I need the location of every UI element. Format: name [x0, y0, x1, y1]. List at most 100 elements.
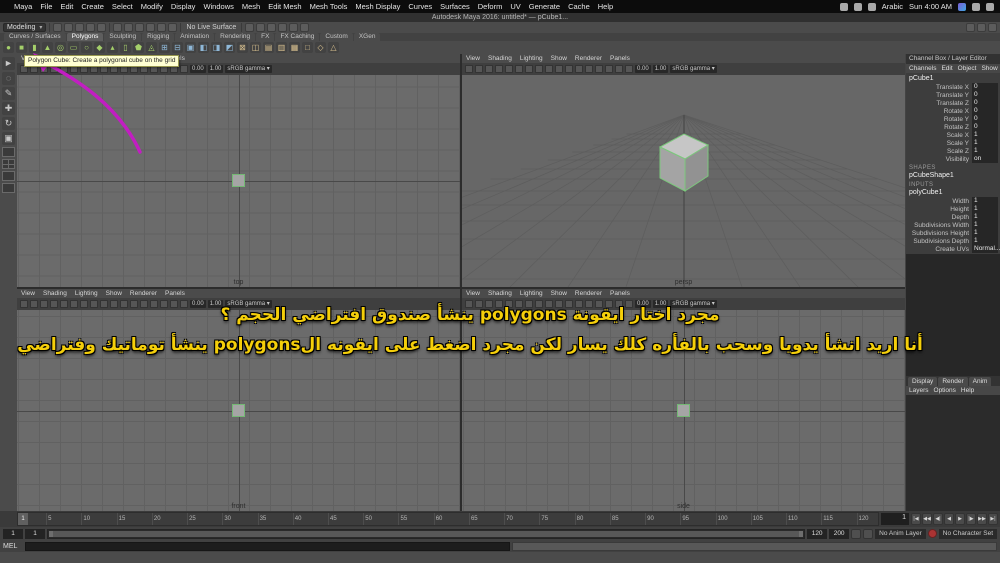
anim-layer-selector[interactable]: No Anim Layer — [875, 528, 926, 539]
channel-value-field[interactable]: 0 — [972, 123, 998, 131]
viewport-exposure-field[interactable]: 0.00 — [635, 65, 651, 73]
viewport-gamma-field[interactable]: 1.00 — [207, 300, 224, 308]
motion-blur-icon[interactable] — [160, 300, 168, 308]
viewport-menu-lighting[interactable]: Lighting — [75, 289, 98, 298]
viewport-menu-shading[interactable]: Shading — [43, 289, 67, 298]
channel-value-field[interactable]: 1 — [972, 237, 998, 245]
viewport-gamma-field[interactable]: 1.00 — [207, 65, 224, 73]
2d-pan-zoom-icon[interactable] — [515, 300, 523, 308]
quad-draw-icon[interactable]: □ — [302, 42, 313, 53]
channel-value-field[interactable]: 1 — [972, 197, 998, 205]
textured-mode-icon[interactable] — [120, 300, 128, 308]
channel-value-field[interactable]: on — [972, 155, 998, 163]
viewport-menu-lighting[interactable]: Lighting — [520, 289, 543, 298]
textured-mode-icon[interactable] — [565, 300, 573, 308]
menubar-item-display[interactable]: Display — [171, 2, 196, 11]
polygon-plane-icon[interactable]: ▭ — [68, 42, 79, 53]
shelf-tab-animation[interactable]: Animation — [175, 33, 215, 41]
timeline-ruler[interactable]: 5 10 15 20 25 30 35 40 45 50 55 60 65 70 75 80 85 90 95 100… — [17, 512, 879, 526]
rotate-tool-icon[interactable]: ↻ — [2, 117, 15, 130]
textured-mode-icon[interactable] — [565, 65, 573, 73]
shelf-tab-rendering[interactable]: Rendering — [215, 33, 256, 41]
shelf-tab-xgen[interactable]: XGen — [353, 33, 381, 41]
shaded-mode-icon[interactable] — [555, 300, 563, 308]
polygon-cube-icon[interactable]: ■ — [16, 42, 27, 53]
menubar-clock[interactable]: Sun 4:00 AM — [909, 2, 952, 11]
ambient-occlusion-icon[interactable] — [595, 300, 603, 308]
viewport-menu-renderer[interactable]: Renderer — [575, 289, 602, 298]
shelf-tab-fx-caching[interactable]: FX Caching — [275, 33, 320, 41]
layer-list[interactable] — [906, 395, 1000, 511]
viewport-colorspace-select[interactable]: sRGB gamma ▾ — [225, 65, 272, 73]
viewport-exposure-field[interactable]: 0.00 — [190, 300, 206, 308]
undo-icon[interactable] — [86, 23, 96, 32]
bookmarks-icon[interactable] — [495, 65, 503, 73]
viewport-top[interactable]: ViewShadingLightingShowRendererPanels0.0… — [17, 54, 460, 287]
input-node-name[interactable]: polyCube1 — [908, 188, 998, 197]
step-back-frame-button[interactable]: ◀◀ — [922, 513, 932, 525]
polygon-sphere-icon[interactable]: ● — [3, 42, 14, 53]
2d-pan-zoom-icon[interactable] — [515, 65, 523, 73]
select-camera-icon[interactable] — [465, 300, 473, 308]
wireframe-mode-icon[interactable] — [545, 300, 553, 308]
viewport-gamma-field[interactable]: 1.00 — [652, 65, 669, 73]
menubar-item-file[interactable]: File — [40, 2, 52, 11]
playback-end-field[interactable]: 120 — [807, 528, 828, 539]
gate-mask-icon[interactable] — [625, 65, 633, 73]
layer-menu-help[interactable]: Help — [961, 386, 974, 395]
channel-value-field[interactable]: 1 — [972, 221, 998, 229]
viewport-front[interactable]: View Shading Lighting Show Renderer Panels 0.0… — [17, 289, 460, 511]
play-forwards-button[interactable]: ▶ — [955, 513, 965, 525]
viewport-menu-panels[interactable]: Panels — [165, 289, 185, 298]
channel-value-field[interactable]: 1 — [972, 205, 998, 213]
layer-menu-options[interactable]: Options — [934, 386, 956, 395]
image-plane-icon[interactable] — [505, 300, 513, 308]
channel-value-field[interactable]: 0 — [972, 107, 998, 115]
polygon-cylinder-icon[interactable]: ▮ — [29, 42, 40, 53]
shadows-icon[interactable] — [140, 300, 148, 308]
polygon-helix-icon[interactable]: ◬ — [146, 42, 157, 53]
menubar-item-mesh-display[interactable]: Mesh Display — [355, 2, 400, 11]
menubar-item-modify[interactable]: Modify — [141, 2, 163, 11]
four-pane-layout-button[interactable] — [2, 159, 15, 169]
scale-tool-icon[interactable]: ▣ — [2, 132, 15, 145]
channel-value-field[interactable]: 1 — [972, 147, 998, 155]
tool-settings-toggle-icon[interactable] — [977, 23, 986, 32]
current-frame-indicator[interactable]: 1 — [18, 513, 28, 525]
keyboard-icon[interactable] — [839, 2, 848, 11]
shelf-tab-curves-surfaces[interactable]: Curves / Surfaces — [4, 33, 66, 41]
boolean-union-icon[interactable]: ◧ — [198, 42, 209, 53]
menubar-item-select[interactable]: Select — [112, 2, 133, 11]
viewport-menu-lighting[interactable]: Lighting — [520, 54, 543, 63]
persp-graph-layout-button[interactable] — [2, 183, 15, 193]
auto-keyframe-icon[interactable] — [927, 529, 937, 538]
ambient-occlusion-icon[interactable] — [595, 65, 603, 73]
oversampling-icon[interactable] — [525, 300, 533, 308]
current-time-field[interactable]: 1 — [881, 513, 909, 525]
channel-value-field[interactable]: 1 — [972, 229, 998, 237]
playback-start-field[interactable]: 1 — [25, 528, 45, 539]
select-tool-icon[interactable]: ► — [2, 57, 15, 70]
pcube-mesh[interactable] — [658, 131, 710, 193]
channel-value-field[interactable]: Normal... — [972, 245, 1000, 253]
snap-to-curve-icon[interactable] — [124, 23, 134, 32]
command-input[interactable] — [25, 541, 510, 551]
channel-value-field[interactable]: 0 — [972, 83, 998, 91]
shaded-mode-icon[interactable] — [555, 65, 563, 73]
attribute-editor-toggle-icon[interactable] — [966, 23, 975, 32]
viewport-menu-show[interactable]: Show — [551, 289, 567, 298]
pcube-mesh[interactable] — [676, 403, 690, 417]
channel-box-toggle-icon[interactable] — [988, 23, 997, 32]
layer-tab-display[interactable]: Display — [908, 377, 938, 386]
ambient-occlusion-icon[interactable] — [150, 300, 158, 308]
go-to-end-button[interactable]: ▶| — [988, 513, 998, 525]
bridge-icon[interactable]: ▤ — [263, 42, 274, 53]
menubar-item-windows[interactable]: Windows — [203, 2, 233, 11]
multi-cut-icon[interactable]: ▥ — [276, 42, 287, 53]
node-name[interactable]: pCube1 — [908, 74, 998, 83]
command-language-label[interactable]: MEL — [3, 543, 23, 550]
viewport-menu-view[interactable]: View — [466, 289, 480, 298]
polygon-cone-icon[interactable]: ▲ — [42, 42, 53, 53]
wireframe-mode-icon[interactable] — [545, 65, 553, 73]
layer-menu-layers[interactable]: Layers — [909, 386, 929, 395]
